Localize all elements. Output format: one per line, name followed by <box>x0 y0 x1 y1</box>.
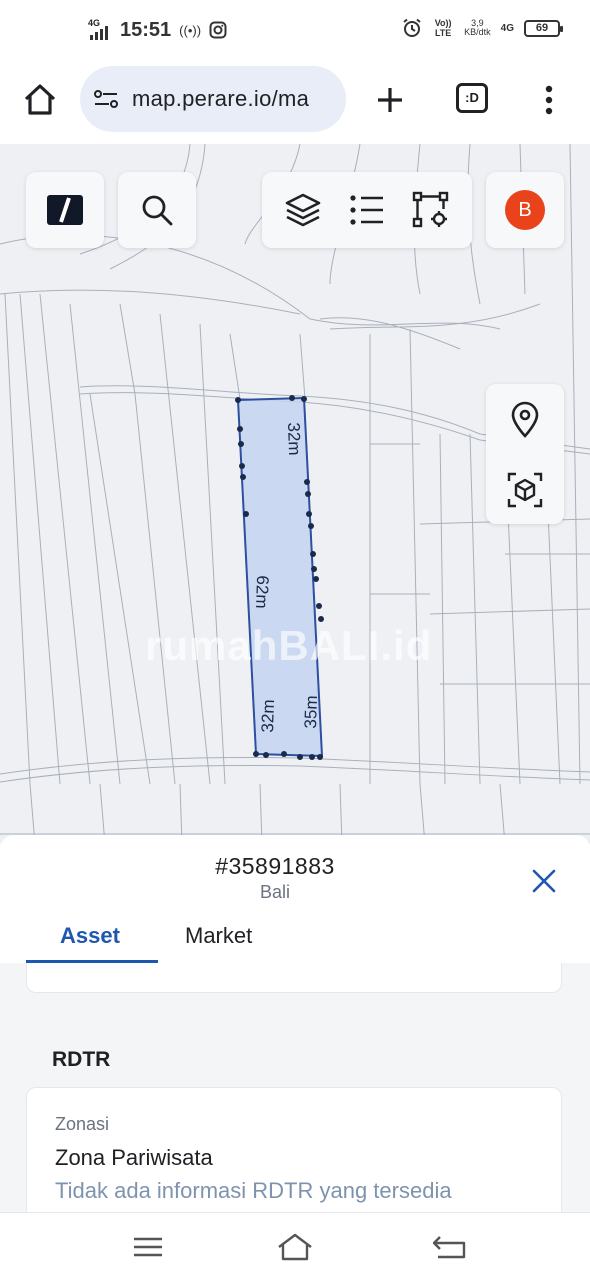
location-pin-icon[interactable] <box>509 401 541 439</box>
speed-unit: KB/dtk <box>464 27 491 37</box>
status-right: Vo)) LTE 3,9 KB/dtk 4G 69 <box>402 18 563 38</box>
layers-icon[interactable] <box>284 192 322 228</box>
network-type-right: 4G <box>500 22 514 34</box>
side-tools-group <box>486 384 564 524</box>
new-tab-icon[interactable] <box>370 80 410 120</box>
avatar: B <box>505 190 545 230</box>
instagram-icon <box>209 21 227 39</box>
dimension-bottom-right: 35m <box>300 695 322 729</box>
zonasi-value: Zona Pariwisata <box>55 1145 213 1170</box>
close-icon[interactable] <box>528 865 560 897</box>
status-bar: 4G 15:51 ((•)) Vo)) LTE 3,9 KB/dtk 4G 69 <box>0 0 590 62</box>
signal-icon: 4G <box>88 18 112 42</box>
logo-button[interactable] <box>26 172 104 248</box>
polygon-settings-icon[interactable] <box>412 191 450 229</box>
recent-apps-icon[interactable] <box>128 1231 168 1263</box>
status-left: 4G 15:51 ((•)) <box>88 18 227 42</box>
app-logo-icon <box>47 195 83 225</box>
back-icon[interactable] <box>430 1231 470 1263</box>
more-menu-icon[interactable] <box>534 80 564 120</box>
browser-toolbar: map.perare.io/ma :D <box>0 62 590 144</box>
dimension-top: 32m <box>283 422 305 456</box>
rdtr-card: Zonasi Zona Pariwisata Tidak ada informa… <box>26 1087 562 1212</box>
hotspot-icon: ((•)) <box>179 22 202 38</box>
search-icon <box>142 195 173 226</box>
speed-indicator: 3,9 KB/dtk <box>464 19 491 37</box>
clock: 15:51 <box>120 18 172 41</box>
dimension-left: 62m <box>251 575 273 609</box>
section-title-rdtr: RDTR <box>52 1048 111 1071</box>
battery-icon: 69 <box>524 19 563 37</box>
watermark: rumahBALI.id <box>145 622 433 669</box>
profile-button[interactable]: B <box>486 172 564 248</box>
tab-switcher-button[interactable]: :D <box>456 83 488 113</box>
url-text: map.perare.io/ma <box>132 86 310 111</box>
home-nav-icon[interactable] <box>275 1231 315 1263</box>
system-nav-bar <box>0 1212 590 1280</box>
list-icon[interactable] <box>349 193 385 227</box>
tab-asset[interactable]: Asset <box>60 923 120 949</box>
parcel-id: #35891883 <box>215 853 335 879</box>
alarm-icon <box>403 18 421 37</box>
search-button[interactable] <box>118 172 196 248</box>
home-icon[interactable] <box>20 80 60 120</box>
map-tools-group <box>262 172 472 248</box>
previous-card <box>26 963 562 993</box>
parcel-detail-sheet: #35891883 Bali Asset Market RDTR Zonasi … <box>0 835 590 1212</box>
tab-market[interactable]: Market <box>185 923 252 949</box>
map-canvas[interactable]: 32m 62m 32m 35m rumahBALI.id B <box>0 144 590 844</box>
rdtr-info-text: Tidak ada informasi RDTR yang tersedia <box>55 1178 452 1203</box>
site-settings-icon[interactable] <box>92 87 120 111</box>
parcel-region: Bali <box>259 882 290 902</box>
zonasi-label: Zonasi <box>55 1114 110 1134</box>
volte-indicator: Vo)) LTE <box>434 18 452 38</box>
3d-view-icon[interactable] <box>507 472 543 508</box>
sheet-header: #35891883 Bali Asset Market <box>0 835 590 963</box>
address-bar[interactable]: map.perare.io/ma <box>80 66 346 132</box>
dimension-bottom-left: 32m <box>257 699 279 733</box>
